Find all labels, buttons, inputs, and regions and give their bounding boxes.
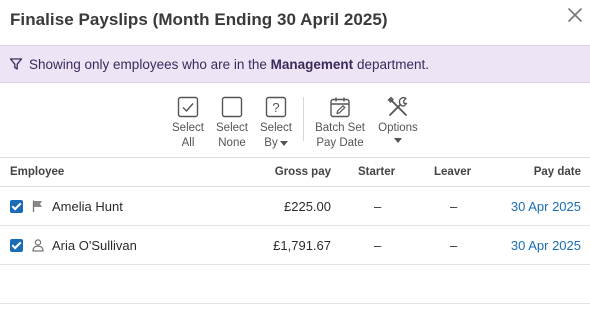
flag-icon [31, 199, 45, 213]
column-leaver[interactable]: Leaver [434, 166, 471, 178]
gross-pay: £1,791.67 [273, 238, 331, 253]
row-checkbox[interactable] [10, 239, 23, 252]
batch-set-label-2: Pay Date [316, 137, 364, 149]
checkbox-question-icon: ? [265, 96, 287, 118]
starter-value: – [374, 238, 382, 253]
person-icon [31, 238, 45, 252]
select-by-label-2: By [264, 137, 278, 149]
select-none-button[interactable]: Select None [214, 95, 250, 149]
checkbox-checked-icon [177, 96, 199, 118]
filter-department: Management [270, 57, 354, 72]
pay-date-link[interactable]: 30 Apr 2025 [511, 199, 581, 214]
gross-pay: £225.00 [284, 199, 331, 214]
batch-set-pay-date-button[interactable]: Batch Set Pay Date [313, 95, 367, 149]
table-header: Employee Gross pay Starter Leaver Pay da… [0, 158, 590, 187]
select-none-label-2: None [218, 137, 246, 149]
column-pay-date[interactable]: Pay date [534, 166, 581, 178]
leaver-value: – [450, 199, 458, 214]
table-row: Amelia Hunt £225.00 – – 30 Apr 2025 [0, 187, 590, 226]
filter-banner: Showing only employees who are in the Ma… [0, 45, 590, 83]
select-all-button[interactable]: Select All [170, 95, 206, 149]
options-button[interactable]: Options [374, 95, 422, 143]
checkbox-empty-icon [221, 96, 243, 118]
employee-table: Employee Gross pay Starter Leaver Pay da… [0, 158, 590, 304]
leaver-value: – [450, 238, 458, 253]
dialog-header: Finalise Payslips (Month Ending 30 April… [0, 0, 590, 44]
filter-text-suffix: department. [353, 57, 429, 72]
calendar-edit-icon [330, 97, 350, 118]
select-all-label-1: Select [172, 122, 204, 134]
batch-set-label-1: Batch Set [315, 122, 365, 134]
starter-value: – [374, 199, 382, 214]
select-all-label-2: All [181, 137, 195, 149]
toolbar-divider [303, 97, 304, 141]
tools-icon [387, 96, 408, 116]
pay-date-link[interactable]: 30 Apr 2025 [511, 238, 581, 253]
toolbar: Select All Select None ? Select By Batch… [0, 83, 590, 158]
column-gross-pay[interactable]: Gross pay [275, 166, 331, 178]
select-by-label-1: Select [260, 122, 292, 134]
employee-name: Aria O'Sullivan [52, 238, 137, 253]
filter-icon [9, 57, 23, 71]
chevron-down-icon [279, 141, 288, 146]
close-icon[interactable] [566, 6, 584, 24]
svg-text:?: ? [272, 100, 279, 115]
employee-name: Amelia Hunt [52, 199, 123, 214]
table-row: Aria O'Sullivan £1,791.67 – – 30 Apr 202… [0, 226, 590, 265]
options-label: Options [378, 122, 418, 134]
dialog-title: Finalise Payslips (Month Ending 30 April… [10, 10, 388, 29]
row-checkbox[interactable] [10, 200, 23, 213]
filter-text-prefix: Showing only employees who are in the [29, 57, 271, 72]
column-employee[interactable]: Employee [10, 166, 64, 178]
column-starter[interactable]: Starter [358, 166, 395, 178]
chevron-down-icon [394, 138, 402, 143]
select-by-button[interactable]: ? Select By [258, 95, 294, 149]
empty-row [0, 265, 590, 304]
filter-text: Showing only employees who are in the Ma… [29, 57, 429, 72]
select-none-label-1: Select [216, 122, 248, 134]
